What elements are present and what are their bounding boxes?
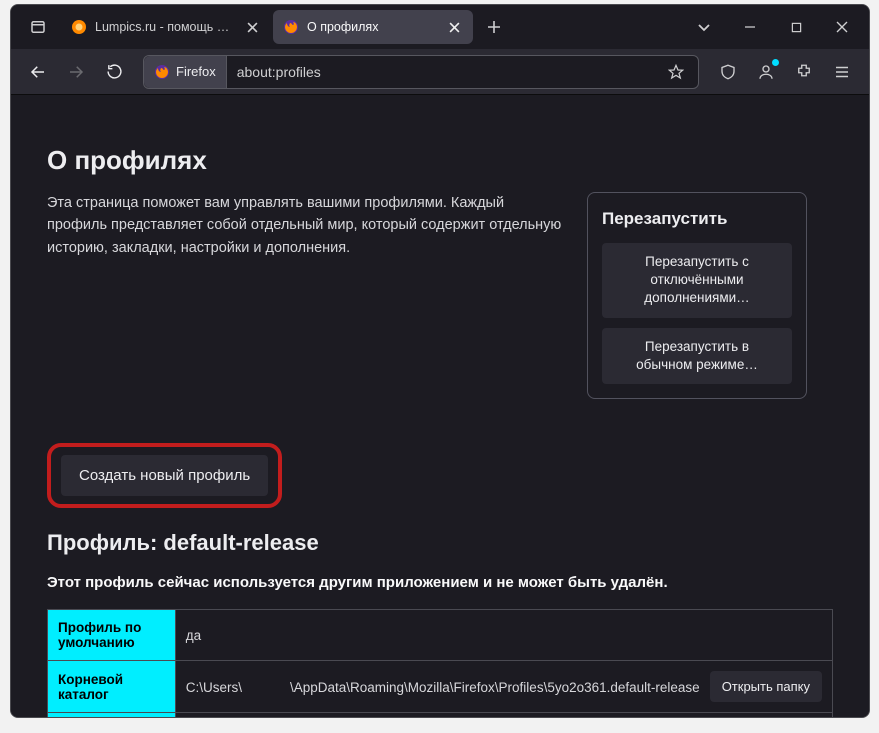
tabs-dropdown-button[interactable] [689, 12, 719, 42]
highlight-annotation: Создать новый профиль [47, 443, 282, 508]
tab-about-profiles[interactable]: О профилях [273, 10, 473, 44]
page-content: О профилях Эта страница поможет вам упра… [11, 95, 869, 717]
favicon-firefox [283, 19, 299, 35]
create-profile-button[interactable]: Создать новый профиль [61, 455, 268, 496]
tab-lumpics[interactable]: Lumpics.ru - помощь с компьютером [61, 10, 271, 44]
page-title: О профилях [47, 145, 833, 176]
root-path: C:\Users\\AppData\Roaming\Mozilla\Firefo… [186, 671, 822, 702]
reload-button[interactable] [97, 55, 131, 89]
window-controls [727, 5, 865, 49]
url-input[interactable] [227, 64, 662, 80]
browser-window: Lumpics.ru - помощь с компьютером О проф… [10, 4, 870, 718]
row-default-value: да [175, 610, 832, 661]
table-row: Корневой каталог C:\Users\\AppData\Roami… [48, 661, 833, 713]
close-icon[interactable] [243, 18, 261, 36]
bookmark-star-icon[interactable] [662, 58, 690, 86]
table-row: Локальный каталог C:\Users\\AppData\Loca… [48, 713, 833, 717]
favicon-lumpics [71, 19, 87, 35]
table-row: Профиль по умолчанию да [48, 610, 833, 661]
minimize-button[interactable] [727, 5, 773, 49]
account-icon[interactable] [749, 55, 783, 89]
close-window-button[interactable] [819, 5, 865, 49]
profile-heading: Профиль: default-release [47, 530, 833, 556]
recent-browsing-button[interactable] [21, 12, 55, 42]
intro-text: Эта страница поможет вам управлять вашим… [47, 192, 567, 259]
restart-heading: Перезапустить [602, 209, 792, 229]
restart-panel: Перезапустить Перезапустить с отключённы… [587, 192, 807, 399]
firefox-icon [154, 64, 170, 80]
profile-warning: Этот профиль сейчас используется другим … [47, 574, 833, 591]
forward-button[interactable] [59, 55, 93, 89]
maximize-button[interactable] [773, 5, 819, 49]
extensions-icon[interactable] [787, 55, 821, 89]
back-button[interactable] [21, 55, 55, 89]
tab-title: Lumpics.ru - помощь с компьютером [95, 20, 235, 34]
restart-normal-button[interactable]: Перезапустить в обычном режиме… [602, 328, 792, 384]
navigation-toolbar: Firefox [11, 49, 869, 95]
identity-label: Firefox [176, 64, 216, 79]
close-icon[interactable] [445, 18, 463, 36]
row-local-label: Локальный каталог [48, 713, 176, 717]
app-menu-icon[interactable] [825, 55, 859, 89]
identity-box[interactable]: Firefox [144, 56, 227, 88]
open-folder-button[interactable]: Открыть папку [710, 671, 822, 702]
row-default-label: Профиль по умолчанию [48, 610, 176, 661]
tab-strip: Lumpics.ru - помощь с компьютером О проф… [11, 5, 869, 49]
url-bar[interactable]: Firefox [143, 55, 699, 89]
redacted-segment [242, 678, 290, 692]
shield-icon[interactable] [711, 55, 745, 89]
new-tab-button[interactable] [479, 12, 509, 42]
profile-table: Профиль по умолчанию да Корневой каталог… [47, 609, 833, 717]
row-root-label: Корневой каталог [48, 661, 176, 713]
tab-title: О профилях [307, 20, 437, 34]
restart-no-addons-button[interactable]: Перезапустить с отключёнными дополнениям… [602, 243, 792, 318]
